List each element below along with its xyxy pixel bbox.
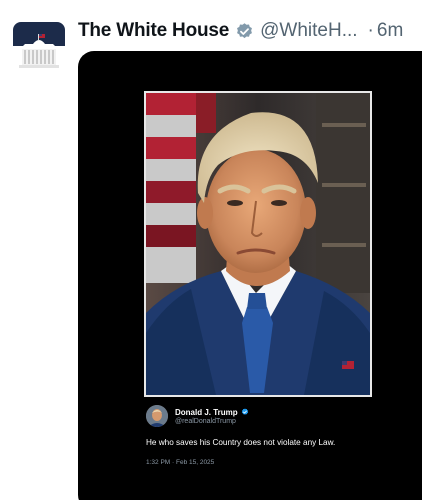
- author-name[interactable]: The White House: [78, 20, 229, 42]
- post-header: The White House @WhiteH... · 6m: [78, 16, 418, 46]
- embedded-post[interactable]: Donald J. Trump @realDonaldTrump He who …: [146, 405, 406, 466]
- embedded-post-timestamp[interactable]: 1:32 PM · Feb 15, 2025: [146, 459, 406, 466]
- embedded-author-name[interactable]: Donald J. Trump: [175, 408, 238, 417]
- author-handle[interactable]: @WhiteH...: [260, 20, 357, 42]
- embedded-author-handle[interactable]: @realDonaldTrump: [175, 418, 249, 425]
- portrait-image: [144, 91, 372, 397]
- separator-dot: ·: [367, 20, 374, 41]
- post[interactable]: The White House @WhiteH... · 6m Donald J…: [0, 0, 422, 500]
- white-house-logo-icon: [13, 22, 65, 74]
- post-media[interactable]: Donald J. Trump @realDonaldTrump He who …: [78, 51, 422, 500]
- verified-badge-icon: [241, 408, 249, 416]
- verified-badge-icon: [235, 22, 254, 41]
- author-avatar[interactable]: [13, 22, 65, 74]
- embedded-author-avatar[interactable]: [146, 405, 168, 427]
- post-time[interactable]: 6m: [377, 20, 403, 42]
- embedded-post-text: He who saves his Country does not violat…: [146, 438, 336, 447]
